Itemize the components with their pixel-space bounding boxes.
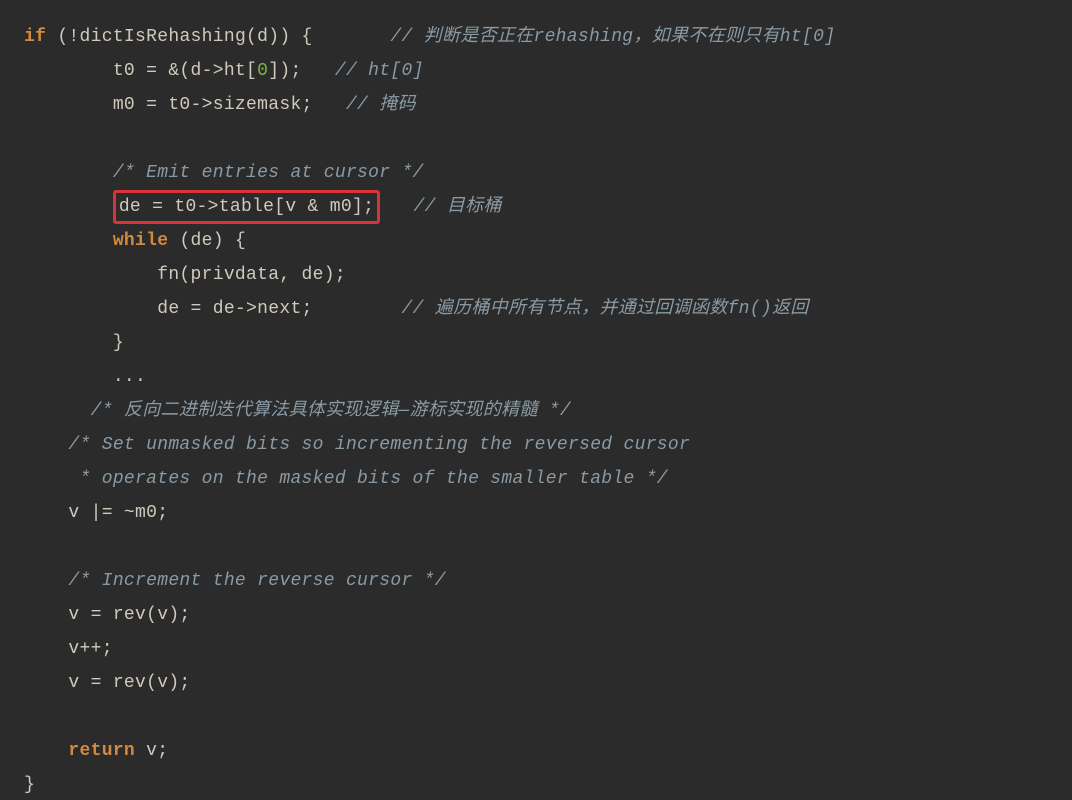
comment: // ht[0]	[335, 61, 424, 81]
comment: // 掩码	[346, 95, 416, 115]
comment: // 遍历桶中所有节点，并通过回调函数fn()返回	[401, 299, 808, 319]
keyword-while: while	[113, 231, 169, 251]
code-text	[24, 197, 113, 217]
code-text: v;	[135, 741, 168, 761]
code-text	[24, 741, 68, 761]
code-text	[24, 231, 113, 251]
number-literal: 0	[257, 61, 268, 81]
keyword-if: if	[24, 27, 46, 47]
comment: /* Increment the reverse cursor */	[24, 571, 446, 591]
code-text: t0 = &(d->ht[	[24, 61, 257, 81]
code-text: ...	[24, 367, 146, 387]
comment: * operates on the masked bits of the sma…	[24, 469, 668, 489]
code-text: v |= ~m0;	[24, 503, 168, 523]
comment: /* Set unmasked bits so incrementing the…	[24, 435, 690, 455]
code-text: }	[24, 775, 35, 795]
comment: /* 反向二进制迭代算法具体实现逻辑—游标实现的精髓 */	[24, 401, 571, 421]
code-text: v = rev(v);	[24, 605, 191, 625]
code-text: v = rev(v);	[24, 673, 191, 693]
code-text: (de) {	[168, 231, 246, 251]
keyword-return: return	[68, 741, 135, 761]
code-text: fn(privdata, de);	[24, 265, 346, 285]
code-text: de = de->next;	[24, 299, 401, 319]
comment: // 判断是否正在rehashing，如果不在则只有ht[0]	[390, 27, 835, 47]
code-text: m0 = t0->sizemask;	[24, 95, 346, 115]
code-text	[380, 197, 413, 217]
comment: /* Emit entries at cursor */	[24, 163, 424, 183]
comment: // 目标桶	[413, 197, 501, 217]
code-text: v++;	[24, 639, 113, 659]
code-text: de = t0->table[v & m0];	[119, 197, 374, 217]
highlighted-code: de = t0->table[v & m0];	[113, 190, 380, 224]
code-text: }	[24, 333, 124, 353]
code-text: (!dictIsRehashing(d)) {	[46, 27, 390, 47]
code-text: ]);	[268, 61, 335, 81]
code-block: if (!dictIsRehashing(d)) { // 判断是否正在reha…	[0, 0, 1072, 800]
